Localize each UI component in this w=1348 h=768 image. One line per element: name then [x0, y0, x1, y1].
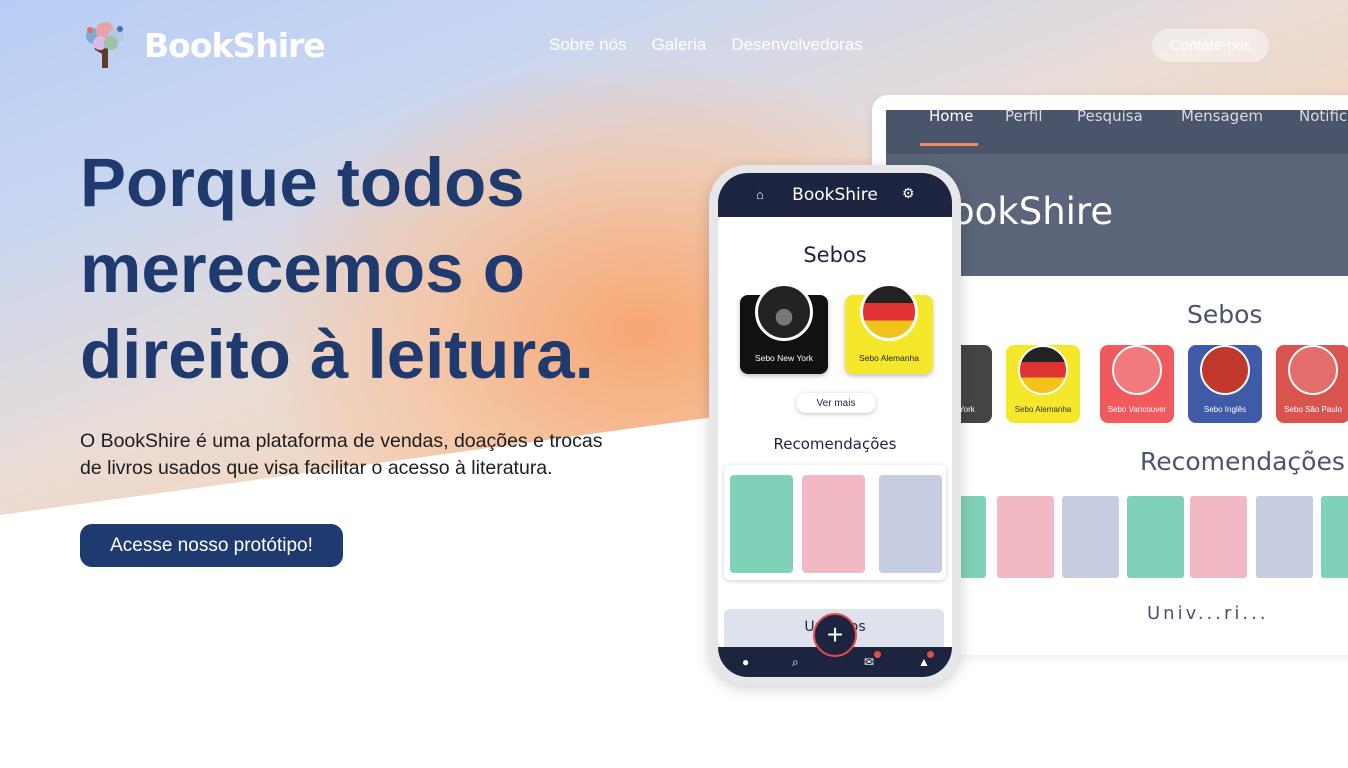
book-cover — [1190, 496, 1247, 578]
sebo-image — [1018, 345, 1068, 395]
book-cover — [1062, 496, 1119, 578]
see-more-button[interactable]: Ver mais — [796, 393, 876, 413]
logo[interactable]: BookShire — [80, 20, 326, 70]
tree-logo-icon — [86, 22, 124, 68]
desktop-tab-perfil: Perfil — [1005, 107, 1043, 125]
notification-badge — [927, 651, 934, 658]
main-menu: Sobre nós Galeria Desenvolvedoras — [549, 35, 863, 55]
sebo-label: Sebo Alemanha — [858, 353, 920, 363]
phone-screen: ⌂ BookShire ⚙ Sebos Sebo New York Sebo A… — [718, 173, 952, 677]
book-cover — [1321, 496, 1348, 578]
desktop-sebos-title: Sebos — [1187, 300, 1263, 329]
hero-headline: Porque todos merecemos o direito à leitu… — [80, 144, 594, 393]
desktop-tab-home: Home — [929, 107, 974, 125]
book-cover[interactable] — [879, 475, 942, 573]
add-button[interactable]: + — [813, 613, 857, 657]
desktop-next-section-title: Univ...ri... — [1147, 603, 1269, 624]
sebo-label: Sebo São Paulo — [1284, 405, 1342, 414]
desktop-sebo-card: Sebo Vancouver — [1100, 345, 1174, 423]
sebo-label: Sebo New York — [754, 353, 814, 363]
mail-badge — [874, 651, 881, 658]
hero-description: O BookShire é uma plataforma de vendas, … — [80, 430, 603, 479]
active-tab-underline — [920, 143, 978, 146]
nav-link-galeria[interactable]: Galeria — [652, 35, 707, 55]
book-cover — [958, 496, 986, 578]
sebo-image — [860, 283, 918, 341]
desktop-sebo-card: Sebo São Paulo — [1276, 345, 1348, 423]
desktop-tab-mensagem: Mensagem — [1181, 107, 1264, 125]
desktop-tab-notificacoes: Notifica — [1299, 107, 1348, 125]
search-icon[interactable]: ⌕ — [792, 655, 799, 670]
sebo-image — [1112, 345, 1162, 395]
mail-icon[interactable]: ✉ — [864, 655, 874, 669]
phone-recommendations-title: Recomendações — [773, 435, 897, 453]
phone-sebo-card: Sebo Alemanha — [845, 283, 933, 374]
brand-name: BookShire — [144, 25, 326, 65]
gear-icon: ⚙ — [902, 185, 915, 201]
phone-sebos-title: Sebos — [803, 243, 867, 267]
sebo-image — [1288, 345, 1338, 395]
phone-sebo-card: Sebo New York — [740, 283, 828, 374]
book-cover — [1127, 496, 1184, 578]
contact-button[interactable]: Contate-nos — [1152, 29, 1269, 62]
desktop-sebo-card: Sebo Inglês — [1188, 345, 1262, 423]
desktop-recommendations-title: Recomendações — [1140, 447, 1345, 476]
book-cover[interactable] — [730, 475, 793, 573]
book-cover — [1256, 496, 1313, 578]
sebo-label: Sebo Vancouver — [1107, 405, 1167, 414]
sebo-image — [1200, 345, 1250, 395]
sebo-label: Sebo Alemanha — [1014, 405, 1072, 414]
desktop-brand: ookShire — [952, 190, 1114, 233]
book-cover — [997, 496, 1054, 578]
recommendations-carousel — [724, 465, 946, 580]
desktop-sebo-card: Sebo Alemanha — [1006, 345, 1080, 423]
phone-app-title: BookShire — [792, 185, 878, 205]
nav-link-desenvolvedoras[interactable]: Desenvolvedoras — [731, 35, 862, 55]
book-cover[interactable] — [802, 475, 865, 573]
prototype-cta-button[interactable]: Acesse nosso protótipo! — [80, 524, 343, 567]
sebo-label: Sebo Inglês — [1203, 405, 1247, 414]
nav-link-sobre[interactable]: Sobre nós — [549, 35, 627, 55]
profile-icon[interactable]: ● — [742, 655, 749, 669]
top-navigation: BookShire Sobre nós Galeria Desenvolvedo… — [0, 0, 1348, 90]
desktop-tab-pesquisa: Pesquisa — [1077, 107, 1143, 125]
phone-mockup: ⌂ BookShire ⚙ Sebos Sebo New York Sebo A… — [709, 165, 961, 685]
sebo-image — [755, 283, 813, 341]
